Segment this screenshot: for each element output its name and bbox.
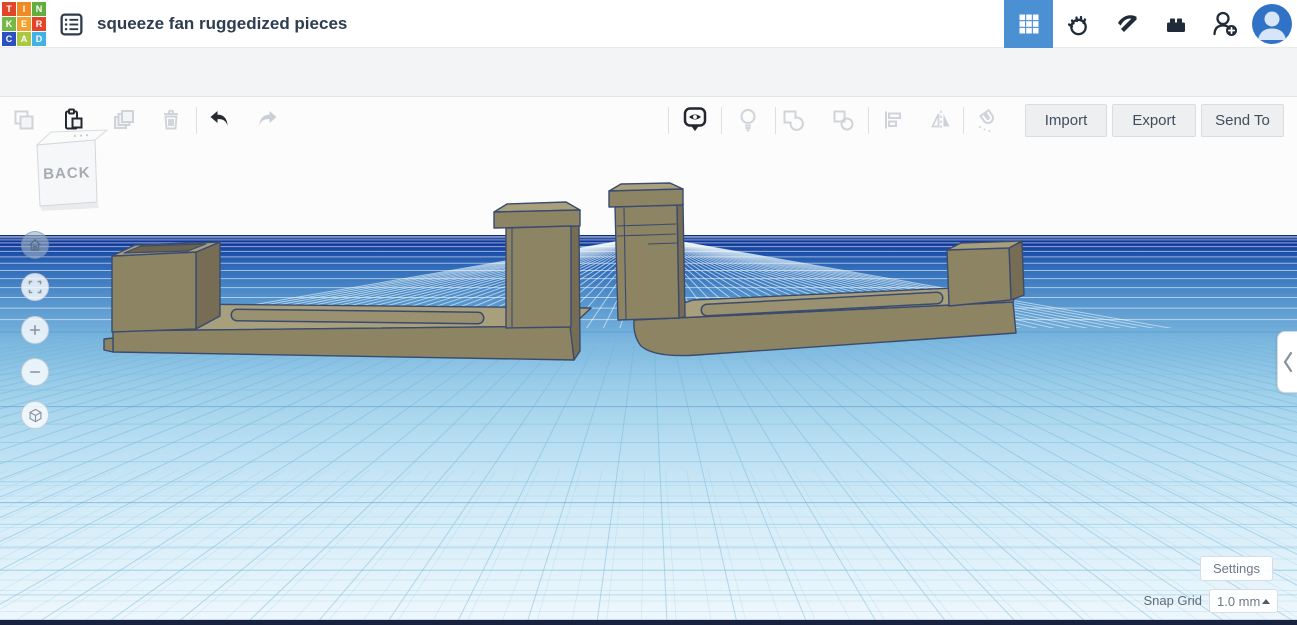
- toolbar-divider: [868, 107, 869, 134]
- duplicate-icon: [104, 100, 144, 140]
- design-menu-icon[interactable]: [58, 11, 85, 38]
- paste-icon[interactable]: [53, 100, 93, 140]
- delete-trash-icon: [151, 100, 191, 140]
- 3d-viewport[interactable]: [0, 97, 1297, 625]
- zoom-out-button[interactable]: [21, 358, 49, 386]
- logo-cell-d: D: [32, 32, 46, 46]
- user-avatar[interactable]: [1249, 0, 1295, 48]
- orthographic-view-button[interactable]: [21, 401, 49, 429]
- view-cube-face-label: BACK: [43, 164, 91, 183]
- logo-cell-t: T: [2, 2, 16, 16]
- fit-view-button[interactable]: [21, 273, 49, 301]
- export-button[interactable]: Export: [1112, 104, 1196, 137]
- collapse-shapes-panel-chevron[interactable]: [1277, 331, 1297, 393]
- toolbar-divider: [668, 107, 669, 134]
- group-icon: [773, 100, 813, 140]
- snap-grid-dropdown[interactable]: 1.0 mm: [1209, 589, 1278, 613]
- lightbulb-icon: [728, 100, 768, 140]
- settings-button[interactable]: Settings: [1200, 556, 1273, 581]
- sim-lab-icon[interactable]: [1053, 0, 1102, 48]
- snap-grid-label: Snap Grid: [1143, 593, 1202, 608]
- tinkercad-editor: { "header": { "title": "squeeze fan rugg…: [0, 0, 1297, 625]
- logo-cell-k: K: [2, 17, 16, 31]
- caret-up-icon: [1262, 598, 1270, 604]
- dashboard-grid-icon[interactable]: [1004, 0, 1053, 48]
- snap-magnet-icon: [968, 100, 1008, 140]
- toolbar-divider: [196, 107, 197, 134]
- redo-icon: [247, 100, 287, 140]
- mirror-icon: [921, 100, 961, 140]
- align-icon: [873, 100, 913, 140]
- logo-cell-r: R: [32, 17, 46, 31]
- snap-grid-value: 1.0 mm: [1217, 593, 1261, 609]
- tinkercad-logo[interactable]: TIN KER CAD: [2, 2, 46, 46]
- logo-cell-c: C: [2, 32, 16, 46]
- toolbar-divider: [721, 107, 722, 134]
- import-button[interactable]: Import: [1025, 104, 1107, 137]
- logo-cell-e: E: [17, 17, 31, 31]
- send-to-button[interactable]: Send To: [1201, 104, 1284, 137]
- toolbar-divider: [963, 107, 964, 134]
- zoom-in-button[interactable]: [21, 316, 49, 344]
- copy-icon: [4, 100, 44, 140]
- show-all-icon[interactable]: [675, 100, 715, 140]
- logo-cell-i: I: [17, 2, 31, 16]
- collaborate-add-person-icon[interactable]: [1200, 0, 1249, 48]
- minecraft-pickaxe-icon[interactable]: [1102, 0, 1151, 48]
- edit-toolbar: Import Export Send To: [0, 48, 1297, 137]
- lego-brick-icon[interactable]: [1151, 0, 1200, 48]
- undo-icon[interactable]: [200, 100, 240, 140]
- logo-cell-n: N: [32, 2, 46, 16]
- ungroup-icon: [823, 100, 863, 140]
- logo-cell-a: A: [17, 32, 31, 46]
- design-title: squeeze fan ruggedized pieces: [97, 14, 348, 33]
- home-view-button[interactable]: [21, 231, 49, 259]
- app-header: TIN KER CAD squeeze fan ruggedized pieces: [0, 0, 1297, 48]
- header-right-tiles: [1004, 0, 1295, 48]
- bottom-bar: [0, 620, 1297, 625]
